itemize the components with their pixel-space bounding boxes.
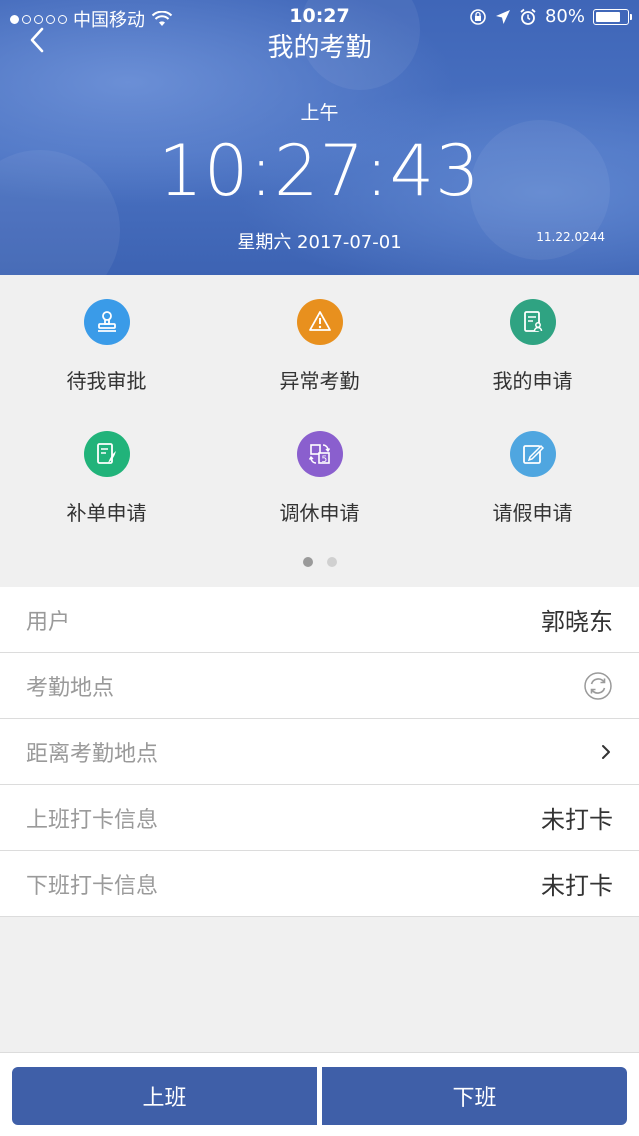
calendar-swap-icon: 5 <box>296 431 343 477</box>
function-grid: 待我审批 异常考勤 我的申请 补单申请 5 调休申请 请假申请 <box>0 275 639 587</box>
user-label: 用户 <box>26 609 71 635</box>
checkin-label: 上班打卡信息 <box>26 807 159 833</box>
checkin-value: 未打卡 <box>541 806 613 834</box>
battery-icon <box>593 8 632 25</box>
page-dot-active <box>302 557 313 567</box>
am-pm-label: 上午 <box>300 102 339 124</box>
warning-icon <box>296 299 343 345</box>
distance-row[interactable]: 距离考勤地点 <box>0 719 639 785</box>
grid-item-pending-approval[interactable]: 待我审批 <box>0 299 213 394</box>
page-dot <box>326 557 337 567</box>
grid-item-label: 补单申请 <box>66 501 147 525</box>
grid-item-label: 我的申请 <box>492 369 573 393</box>
refresh-icon[interactable] <box>583 671 613 701</box>
bottom-action-bar: 上班 下班 <box>0 1052 639 1136</box>
header-banner: 中国移动 10:27 80% 我的考勤 上午 10:27:43 星期六 2017… <box>0 0 639 275</box>
alarm-icon <box>520 8 536 25</box>
checkout-label: 下班打卡信息 <box>26 873 159 899</box>
location-row: 考勤地点 <box>0 653 639 719</box>
clock-out-button[interactable]: 下班 <box>322 1067 627 1125</box>
battery-percent: 80% <box>544 6 585 27</box>
location-label: 考勤地点 <box>26 675 115 701</box>
location-arrow-icon <box>495 9 510 24</box>
page-indicator <box>0 557 639 567</box>
grid-item-leave-in-lieu-application[interactable]: 5 调休申请 <box>213 431 426 526</box>
form-pen-icon <box>83 431 130 477</box>
grid-item-label: 调休申请 <box>279 501 360 525</box>
rotation-lock-icon <box>470 8 486 25</box>
chevron-right-icon <box>602 744 610 759</box>
grid-item-label: 异常考勤 <box>279 369 360 393</box>
user-row: 用户 郭晓东 <box>0 587 639 653</box>
checkout-value: 未打卡 <box>541 872 613 900</box>
edit-note-icon <box>509 431 556 477</box>
attendance-info-list: 用户 郭晓东 考勤地点 距离考勤地点 上班打卡信息 未打卡 下班打卡信息 未打卡 <box>0 587 639 917</box>
svg-text:5: 5 <box>321 455 327 465</box>
page-title: 我的考勤 <box>267 33 372 63</box>
document-user-icon <box>509 299 556 345</box>
grid-item-abnormal-attendance[interactable]: 异常考勤 <box>213 299 426 394</box>
stamp-icon <box>83 299 130 345</box>
version-number: 11.22.0244 <box>536 230 605 244</box>
checkout-row: 下班打卡信息 未打卡 <box>0 851 639 917</box>
checkin-row: 上班打卡信息 未打卡 <box>0 785 639 851</box>
grid-item-supplement-application[interactable]: 补单申请 <box>0 431 213 526</box>
grid-item-label: 待我审批 <box>66 369 147 393</box>
clock-in-button[interactable]: 上班 <box>12 1067 317 1125</box>
grid-item-my-applications[interactable]: 我的申请 <box>426 299 639 394</box>
grid-item-label: 请假申请 <box>492 501 573 525</box>
user-value: 郭晓东 <box>541 608 613 636</box>
distance-label: 距离考勤地点 <box>26 741 159 767</box>
grid-item-leave-application[interactable]: 请假申请 <box>426 431 639 526</box>
clock-time: 10:27:43 <box>158 130 481 212</box>
